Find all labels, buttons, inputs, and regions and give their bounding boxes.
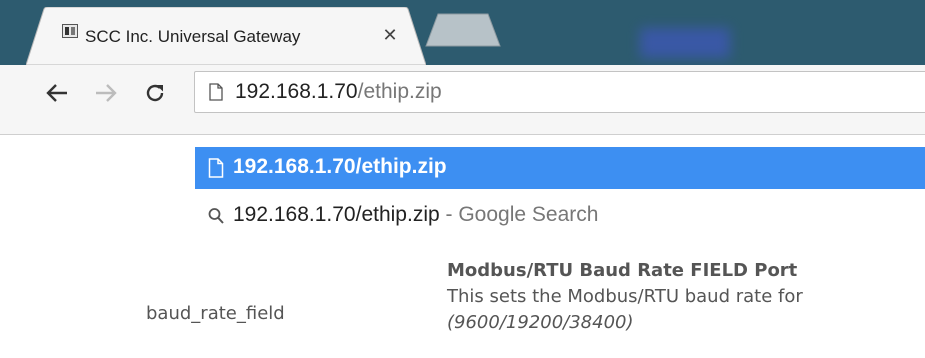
address-url[interactable]: 192.168.1.70/ethip.zip xyxy=(235,80,442,104)
tab-close-icon[interactable]: ✕ xyxy=(379,24,401,46)
forward-arrow-icon xyxy=(96,84,117,102)
field-values-note: (9600/19200/38400) xyxy=(447,312,634,333)
browser-toolbar: 192.168.1.70/ethip.zip xyxy=(0,65,925,135)
suggestion-search-text: 192.168.1.70/ethip.zip - Google Search xyxy=(233,203,598,227)
reload-button[interactable] xyxy=(138,76,172,110)
tabstrip-background-glow xyxy=(640,28,730,58)
page-icon xyxy=(208,158,224,178)
field-name-cell: baud_rate_field xyxy=(146,303,285,324)
field-description-cell: Modbus/RTU Baud Rate FIELD Port This set… xyxy=(447,258,803,336)
suggestion-search-suffix: - Google Search xyxy=(439,203,599,226)
suggestion-url-text: 192.168.1.70/ethip.zip xyxy=(233,155,447,178)
suggestion-search[interactable]: 192.168.1.70/ethip.zip - Google Search xyxy=(195,195,925,237)
new-tab-button[interactable] xyxy=(424,12,504,48)
back-arrow-icon xyxy=(46,84,67,102)
back-button[interactable] xyxy=(40,76,74,110)
suggestion-search-query: 192.168.1.70/ethip.zip xyxy=(233,203,440,226)
site-favicon-icon xyxy=(62,24,78,38)
search-icon xyxy=(208,208,224,224)
tab-strip: SCC Inc. Universal Gateway ✕ xyxy=(0,0,925,65)
address-bar[interactable]: 192.168.1.70/ethip.zip xyxy=(194,71,925,113)
tab-title: SCC Inc. Universal Gateway xyxy=(85,27,380,47)
forward-button[interactable] xyxy=(89,76,123,110)
url-path: /ethip.zip xyxy=(357,80,442,103)
suggestion-url[interactable]: 192.168.1.70/ethip.zip xyxy=(195,147,925,189)
field-heading: Modbus/RTU Baud Rate FIELD Port xyxy=(447,260,798,281)
page-icon xyxy=(209,83,223,101)
field-description: This sets the Modbus/RTU baud rate for xyxy=(447,286,803,307)
url-host: 192.168.1.70 xyxy=(235,80,358,103)
reload-icon xyxy=(146,84,164,102)
browser-tab[interactable]: SCC Inc. Universal Gateway ✕ xyxy=(26,7,426,65)
